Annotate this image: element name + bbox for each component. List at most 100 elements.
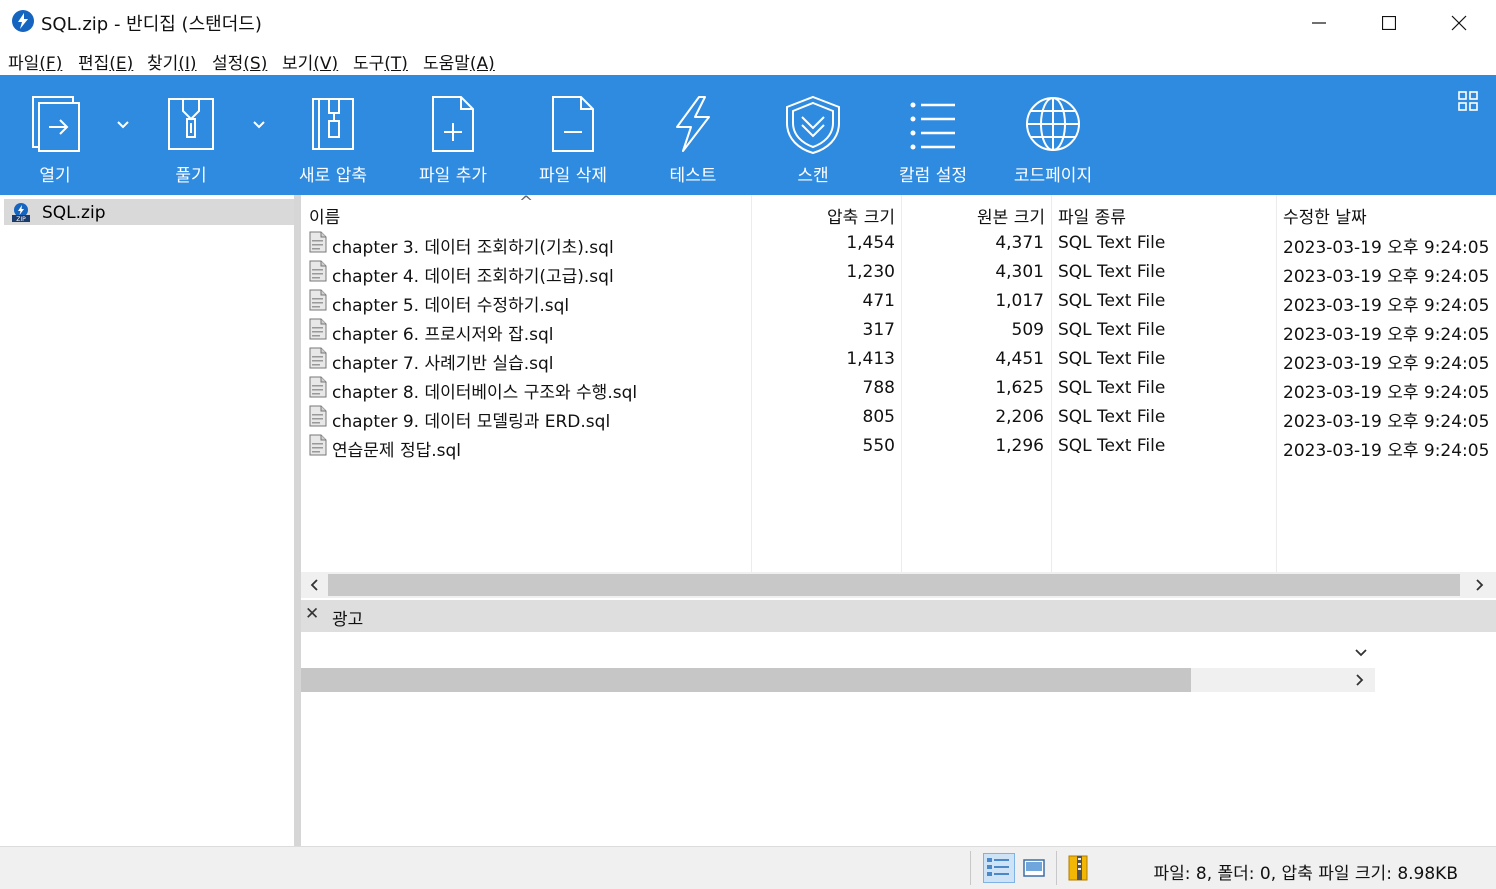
folder-tree: ZIP SQL.zip	[0, 195, 295, 846]
zip-archive-icon: ZIP	[12, 203, 30, 222]
file-type: SQL Text File	[1058, 291, 1166, 311]
menu-settings[interactable]: 설정(S)	[212, 49, 267, 74]
column-header-type[interactable]: 파일 종류	[1058, 203, 1126, 228]
shield-icon	[786, 95, 840, 155]
compressed-size: 1,413	[846, 349, 895, 369]
table-row[interactable]: chapter 5. 데이터 수정하기.sql 471 1,017 SQL Text …	[301, 287, 1496, 316]
open-icon	[32, 96, 80, 152]
list-horizontal-scrollbar[interactable]	[301, 572, 1496, 598]
open-label: 열기	[39, 166, 71, 186]
menu-find[interactable]: 찾기(I)	[147, 49, 197, 74]
original-size: 2,206	[995, 407, 1044, 427]
compressed-size: 788	[862, 378, 895, 398]
original-size: 509	[1011, 320, 1044, 340]
table-row[interactable]: chapter 6. 프로시저와 잡.sql 317 509 SQL Text Fil…	[301, 316, 1496, 345]
chevron-right-icon[interactable]	[1355, 673, 1365, 687]
details-view-icon	[987, 858, 1009, 876]
ad-content	[301, 632, 1375, 668]
compressed-size: 550	[862, 436, 895, 456]
menu-file-accel: (F)	[39, 54, 63, 74]
sql-file-icon	[309, 289, 327, 311]
file-name: chapter 7. 사례기반 실습.sql	[332, 354, 554, 374]
menu-edit-accel: (E)	[109, 54, 134, 74]
new-archive-button[interactable]: 새로 압축	[278, 75, 388, 195]
pane-splitter[interactable]	[294, 195, 301, 846]
ad-close-button[interactable]: ✕	[305, 604, 319, 624]
table-row[interactable]: chapter 7. 사례기반 실습.sql 1,413 4,451 SQL Text…	[301, 345, 1496, 374]
file-name: chapter 5. 데이터 수정하기.sql	[332, 296, 570, 316]
menu-edit[interactable]: 편집(E)	[78, 49, 133, 74]
table-row[interactable]: chapter 4. 데이터 조회하기(고급).sql 1,230 4,301 SQL…	[301, 258, 1496, 287]
file-name: chapter 9. 데이터 모델링과 ERD.sql	[332, 412, 611, 432]
modified-date: 2023-03-19 오후 9:24:05	[1283, 412, 1490, 432]
extract-dropdown-button[interactable]	[247, 115, 271, 139]
original-size: 4,371	[995, 233, 1044, 253]
details-view-button[interactable]	[983, 853, 1015, 883]
menu-help[interactable]: 도움말(A)	[423, 49, 495, 74]
column-settings-label: 칼럼 설정	[899, 166, 967, 186]
ad-horizontal-scrollbar[interactable]	[301, 668, 1375, 692]
svg-text:ZIP: ZIP	[16, 216, 26, 222]
modified-date: 2023-03-19 오후 9:24:05	[1283, 267, 1490, 287]
thumbnail-view-button[interactable]	[1022, 857, 1046, 879]
add-file-icon	[432, 96, 474, 152]
extract-icon	[168, 98, 214, 150]
sql-file-icon	[309, 231, 327, 253]
close-button[interactable]	[1424, 0, 1494, 46]
file-name: 연습문제 정답.sql	[332, 441, 462, 461]
chevron-down-icon[interactable]	[1354, 648, 1368, 658]
chevron-right-icon[interactable]	[1475, 578, 1485, 592]
table-row[interactable]: chapter 9. 데이터 모델링과 ERD.sql 805 2,206 SQL T…	[301, 403, 1496, 432]
modified-date: 2023-03-19 오후 9:24:05	[1283, 441, 1490, 461]
scrollbar-thumb[interactable]	[301, 668, 1191, 692]
scan-button[interactable]: 스캔	[758, 75, 868, 195]
layout-toggle-button[interactable]	[1458, 91, 1480, 113]
minimize-button[interactable]	[1284, 0, 1354, 46]
tree-item-root[interactable]: ZIP SQL.zip	[4, 199, 294, 225]
open-dropdown-button[interactable]	[111, 115, 135, 139]
ad-panel-header: ✕ 광고	[301, 600, 1496, 632]
tree-item-root-label: SQL.zip	[42, 203, 106, 223]
compressed-size: 471	[862, 291, 895, 311]
file-type: SQL Text File	[1058, 378, 1166, 398]
file-type: SQL Text File	[1058, 262, 1166, 282]
scrollbar-thumb[interactable]	[328, 574, 1460, 596]
menu-view[interactable]: 보기(V)	[282, 49, 338, 74]
codepage-button[interactable]: 코드페이지	[998, 75, 1108, 195]
test-button[interactable]: 테스트	[638, 75, 748, 195]
archive-info-button[interactable]	[1066, 854, 1092, 882]
table-row[interactable]: chapter 3. 데이터 조회하기(기초).sql 1,454 4,371 SQL…	[301, 229, 1496, 258]
column-header-original[interactable]: 원본 크기	[941, 203, 1045, 228]
menu-help-label: 도움말	[423, 54, 470, 74]
open-button[interactable]: 열기	[0, 75, 110, 195]
original-size: 1,296	[995, 436, 1044, 456]
original-size: 4,301	[995, 262, 1044, 282]
menu-tools-accel: (T)	[384, 54, 408, 74]
ad-label: 광고	[332, 610, 364, 630]
menu-file[interactable]: 파일(F)	[8, 49, 62, 74]
chevron-left-icon[interactable]	[309, 578, 319, 592]
maximize-icon	[1382, 16, 1396, 30]
status-divider	[970, 851, 971, 885]
column-header-modified[interactable]: 수정한 날짜	[1283, 203, 1367, 228]
table-row[interactable]: chapter 8. 데이터베이스 구조와 수행.sql 788 1,625 SQL …	[301, 374, 1496, 403]
minimize-icon	[1312, 22, 1326, 24]
chevron-down-icon	[253, 121, 265, 129]
column-header-compressed[interactable]: 압축 크기	[791, 203, 895, 228]
test-label: 테스트	[669, 166, 717, 186]
menu-tools[interactable]: 도구(T)	[353, 49, 408, 74]
table-row[interactable]: 연습문제 정답.sql 550 1,296 SQL Text File 2023-03-…	[301, 432, 1496, 461]
menu-bar: 파일(F) 편집(E) 찾기(I) 설정(S) 보기(V) 도구(T) 도움말(…	[0, 46, 1496, 75]
sort-indicator: ^	[519, 193, 534, 213]
add-file-button[interactable]: 파일 추가	[398, 75, 508, 195]
window-title: SQL.zip - 반디집 (스탠더드)	[41, 14, 262, 35]
sql-file-icon	[309, 260, 327, 282]
delete-file-button[interactable]: 파일 삭제	[518, 75, 628, 195]
original-size: 4,451	[995, 349, 1044, 369]
maximize-button[interactable]	[1354, 0, 1424, 46]
extract-button[interactable]: 풀기	[136, 75, 246, 195]
column-settings-button[interactable]: 칼럼 설정	[878, 75, 988, 195]
menu-file-label: 파일	[8, 54, 40, 74]
column-header-name[interactable]: 이름	[309, 203, 340, 228]
file-type: SQL Text File	[1058, 320, 1166, 340]
